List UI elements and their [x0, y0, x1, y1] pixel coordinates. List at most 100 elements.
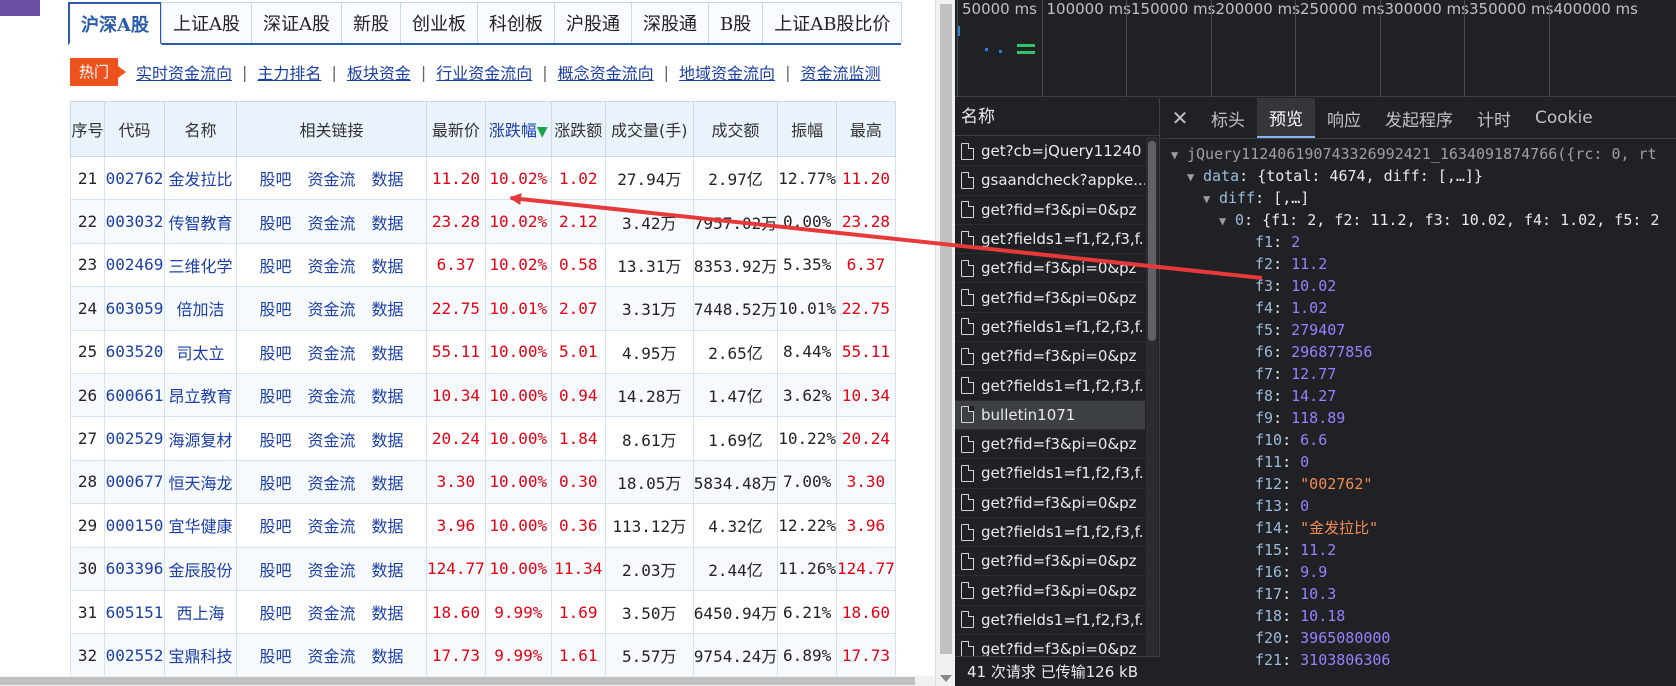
- request-item[interactable]: get?fields1=f1,f2,f3,f...: [955, 518, 1145, 548]
- hot-link-4[interactable]: 概念资金流向: [558, 60, 654, 84]
- detail-tab-4[interactable]: 计时: [1465, 98, 1523, 138]
- request-item[interactable]: get?fid=f3&pi=0&pz: [955, 489, 1145, 518]
- json-field[interactable]: f4: 1.02: [1161, 297, 1676, 319]
- capital-flow-link[interactable]: 资金流: [307, 604, 355, 623]
- capital-flow-link[interactable]: 资金流: [307, 387, 355, 406]
- scroll-thumb[interactable]: [0, 677, 915, 685]
- scroll-thumb[interactable]: [1148, 141, 1156, 341]
- expand-triangle-icon[interactable]: ▼: [1219, 210, 1229, 231]
- stock-code-link[interactable]: 603396: [104, 546, 165, 591]
- tab-2[interactable]: 深证A股: [250, 2, 342, 43]
- expand-triangle-icon[interactable]: ▼: [1203, 188, 1213, 209]
- column-header-6[interactable]: 涨跌额: [550, 101, 606, 157]
- hot-link-6[interactable]: 资金流监测: [800, 60, 880, 84]
- request-item[interactable]: get?cb=jQuery11240: [955, 137, 1145, 167]
- json-field[interactable]: f3: 10.02: [1161, 275, 1676, 297]
- hot-link-2[interactable]: 板块资金: [347, 60, 411, 84]
- tab-9[interactable]: 上证AB股比价: [762, 2, 903, 43]
- request-item[interactable]: gsaandcheck?appke...: [955, 166, 1145, 196]
- scroll-thumb[interactable]: [940, 4, 952, 654]
- detail-tab-0[interactable]: 标头: [1199, 98, 1257, 138]
- json-field[interactable]: f5: 279407: [1161, 319, 1676, 341]
- expand-triangle-icon[interactable]: ▼: [1171, 144, 1181, 165]
- column-header-4[interactable]: 最新价: [426, 101, 486, 157]
- request-item[interactable]: get?fid=f3&pi=0&pz: [955, 430, 1145, 460]
- stock-code-link[interactable]: 000677: [104, 459, 165, 505]
- data-link[interactable]: 数据: [372, 387, 404, 406]
- hot-link-1[interactable]: 主力排名: [257, 60, 321, 84]
- guba-link[interactable]: 股吧: [259, 604, 291, 623]
- stock-name-link[interactable]: 西上海: [164, 589, 237, 635]
- guba-link[interactable]: 股吧: [259, 170, 291, 189]
- hot-link-3[interactable]: 行业资金流向: [436, 60, 532, 84]
- request-item[interactable]: get?fields1=f1,f2,f3,f...: [955, 225, 1145, 255]
- data-link[interactable]: 数据: [372, 344, 404, 363]
- json-field[interactable]: f16: 9.9: [1161, 561, 1676, 583]
- tab-3[interactable]: 新股: [340, 2, 401, 43]
- data-link[interactable]: 数据: [372, 257, 404, 276]
- data-link[interactable]: 数据: [372, 517, 404, 536]
- guba-link[interactable]: 股吧: [259, 344, 291, 363]
- request-item[interactable]: get?fid=f3&pi=0&pz: [955, 283, 1145, 313]
- json-diff[interactable]: ▼ diff: [,…]: [1161, 187, 1676, 209]
- stock-name-link[interactable]: 传智教育: [164, 199, 237, 244]
- guba-link[interactable]: 股吧: [259, 387, 291, 406]
- stock-code-link[interactable]: 603520: [104, 329, 165, 374]
- capital-flow-link[interactable]: 资金流: [307, 517, 355, 536]
- json-field[interactable]: f7: 12.77: [1161, 363, 1676, 385]
- stock-code-link[interactable]: 605151: [104, 589, 165, 635]
- json-field[interactable]: f10: 6.6: [1161, 429, 1676, 451]
- column-header-5[interactable]: 涨跌幅▼: [484, 101, 552, 157]
- detail-tab-5[interactable]: Cookie: [1523, 98, 1605, 138]
- capital-flow-link[interactable]: 资金流: [307, 344, 355, 363]
- guba-link[interactable]: 股吧: [259, 300, 291, 319]
- guba-link[interactable]: 股吧: [259, 561, 291, 580]
- column-header-10[interactable]: 最高: [836, 101, 896, 157]
- stock-code-link[interactable]: 002469: [104, 242, 165, 288]
- request-item[interactable]: get?fid=f3&pi=0&pz: [955, 547, 1145, 577]
- detail-tab-2[interactable]: 响应: [1315, 98, 1373, 138]
- json-field[interactable]: f8: 14.27: [1161, 385, 1676, 407]
- json-field[interactable]: f20: 3965080000: [1161, 627, 1676, 649]
- json-field[interactable]: f18: 10.18: [1161, 605, 1676, 627]
- page-vertical-scrollbar[interactable]: [935, 0, 955, 686]
- guba-link[interactable]: 股吧: [259, 647, 291, 666]
- data-link[interactable]: 数据: [372, 604, 404, 623]
- guba-link[interactable]: 股吧: [259, 431, 291, 450]
- json-field[interactable]: f2: 11.2: [1161, 253, 1676, 275]
- data-link[interactable]: 数据: [372, 431, 404, 450]
- stock-name-link[interactable]: 宜华健康: [164, 503, 237, 548]
- expand-triangle-icon[interactable]: ▼: [1187, 166, 1197, 187]
- guba-link[interactable]: 股吧: [259, 214, 291, 233]
- stock-code-link[interactable]: 002552: [104, 633, 165, 678]
- scroll-down-arrow-icon[interactable]: [940, 675, 952, 682]
- column-header-2[interactable]: 名称: [164, 101, 237, 157]
- capital-flow-link[interactable]: 资金流: [307, 647, 355, 666]
- guba-link[interactable]: 股吧: [259, 257, 291, 276]
- stock-code-link[interactable]: 002529: [104, 416, 165, 461]
- stock-name-link[interactable]: 恒天海龙: [164, 459, 237, 505]
- request-item[interactable]: get?fields1=f1,f2,f3,f...: [955, 313, 1145, 343]
- capital-flow-link[interactable]: 资金流: [307, 257, 355, 276]
- json-field[interactable]: f9: 118.89: [1161, 407, 1676, 429]
- tab-8[interactable]: B股: [707, 2, 764, 43]
- json-field[interactable]: f11: 0: [1161, 451, 1676, 473]
- request-item[interactable]: get?fields1=f1,f2,f3,f...: [955, 606, 1145, 636]
- stock-name-link[interactable]: 宝鼎科技: [164, 633, 237, 678]
- stock-name-link[interactable]: 三维化学: [164, 242, 237, 288]
- json-field[interactable]: f1: 2: [1161, 231, 1676, 253]
- column-header-9[interactable]: 振幅: [777, 101, 838, 157]
- tab-7[interactable]: 深股通: [630, 2, 709, 43]
- stock-code-link[interactable]: 002762: [104, 155, 165, 201]
- capital-flow-link[interactable]: 资金流: [307, 561, 355, 580]
- detail-tab-3[interactable]: 发起程序: [1373, 98, 1465, 138]
- request-item[interactable]: bulletin1071: [955, 400, 1145, 430]
- hot-link-5[interactable]: 地域资金流向: [679, 60, 775, 84]
- page-horizontal-scrollbar[interactable]: [0, 676, 935, 686]
- json-item-0[interactable]: ▼ 0: {f1: 2, f2: 11.2, f3: 10.02, f4: 1.0…: [1161, 209, 1676, 231]
- stock-code-link[interactable]: 003032: [104, 199, 165, 244]
- column-header-1[interactable]: 代码: [104, 101, 165, 157]
- capital-flow-link[interactable]: 资金流: [307, 431, 355, 450]
- capital-flow-link[interactable]: 资金流: [307, 474, 355, 493]
- stock-name-link[interactable]: 金发拉比: [164, 155, 237, 201]
